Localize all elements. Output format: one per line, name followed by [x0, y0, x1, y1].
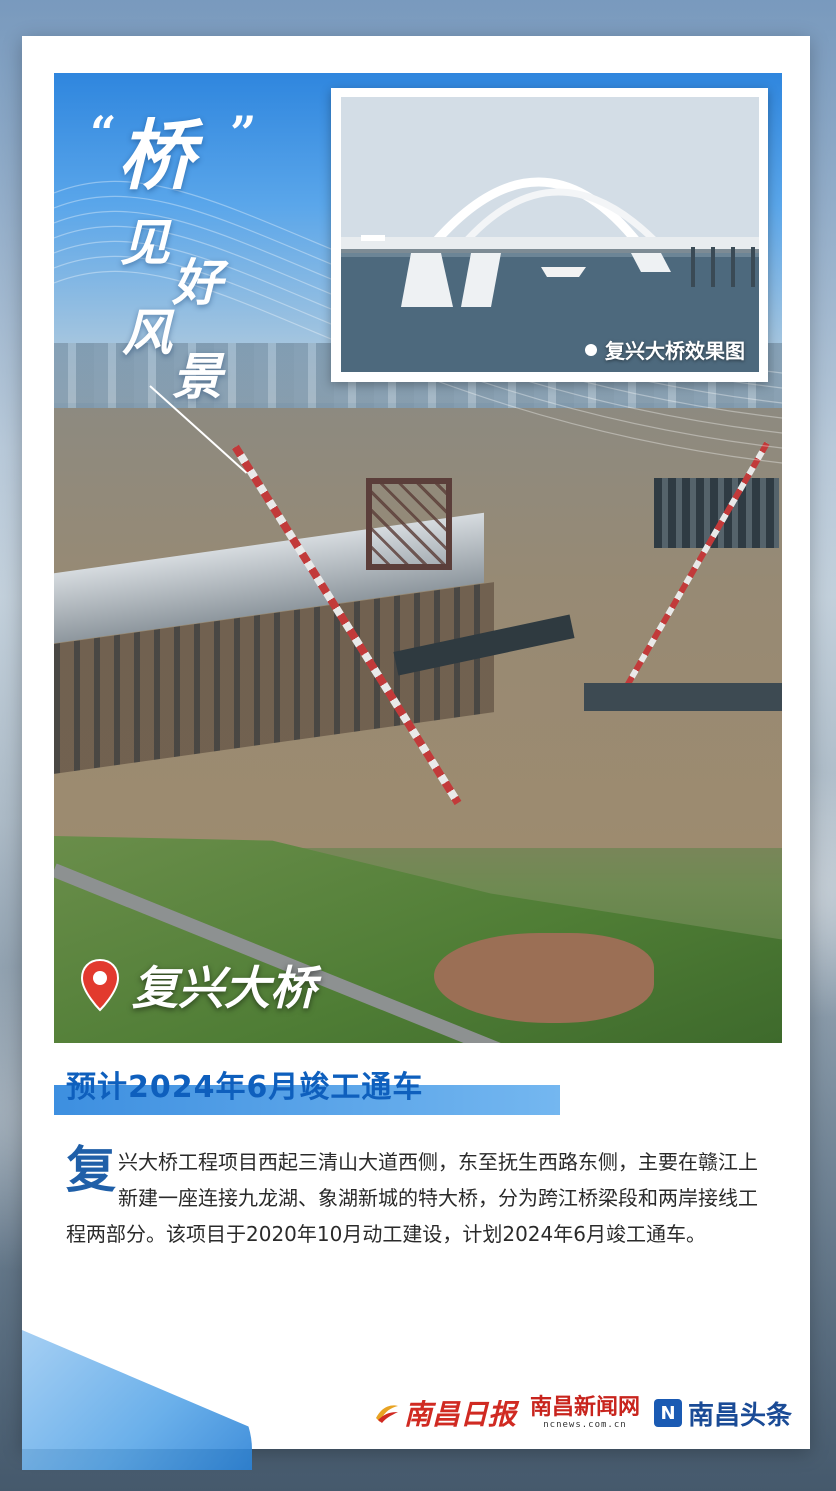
title-char-4: 景: [172, 347, 222, 406]
body-dropcap: 复: [66, 1140, 116, 1199]
inset-rendering: 复兴大桥效果图: [341, 97, 759, 372]
title-char-3: 风: [122, 303, 172, 362]
news-net-url: ncnews.com.cn: [543, 1420, 627, 1430]
photo-steel-tower: [366, 478, 452, 570]
swoosh-icon: [375, 1405, 398, 1423]
title-bridge-char: 桥: [118, 111, 194, 200]
inset-caption: 复兴大桥效果图: [585, 335, 745, 364]
subtitle: 预计2024年6月竣工通车: [66, 1070, 424, 1105]
bridge-rendering-illustration: [341, 97, 759, 372]
toutiao-logo: N 南昌头条: [653, 1395, 792, 1432]
location-label: 复兴大桥: [80, 952, 316, 1018]
body-text: 兴大桥工程项目西起三清山大道西侧，东至抚生西路东侧，主要在赣江上新建一座连接九龙…: [66, 1150, 758, 1246]
map-pin-icon: [80, 958, 120, 1012]
news-net-text: 南昌新闻网: [529, 1395, 640, 1420]
logo-row: 南昌日报 南昌新闻网 ncnews.com.cn N 南昌头条: [374, 1393, 792, 1433]
nanchang-daily-text: 南昌日报: [403, 1398, 516, 1431]
toutiao-text: 南昌头条: [687, 1400, 792, 1431]
body-paragraph: 复 兴大桥工程项目西起三清山大道西侧，东至抚生西路东侧，主要在赣江上新建一座连接…: [66, 1144, 776, 1252]
title-quote-close: ”: [230, 106, 257, 160]
title-char-1: 见: [120, 213, 170, 272]
poster-title: “ 桥 ” 见 好 风 景: [60, 100, 280, 474]
title-char-2: 好: [172, 253, 222, 312]
title-quote-open: “: [90, 106, 117, 160]
toutiao-mark-icon: N: [653, 1399, 682, 1427]
photo-crane-barge: [584, 683, 782, 711]
inset-caption-text: 复兴大桥效果图: [605, 339, 745, 363]
caption-bullet-icon: [585, 343, 597, 356]
news-net-logo: 南昌新闻网 ncnews.com.cn: [529, 1395, 640, 1431]
location-name: 复兴大桥: [132, 961, 316, 1015]
photo-pier-platform: [654, 478, 779, 548]
nanchang-daily-logo: 南昌日报: [374, 1393, 516, 1433]
